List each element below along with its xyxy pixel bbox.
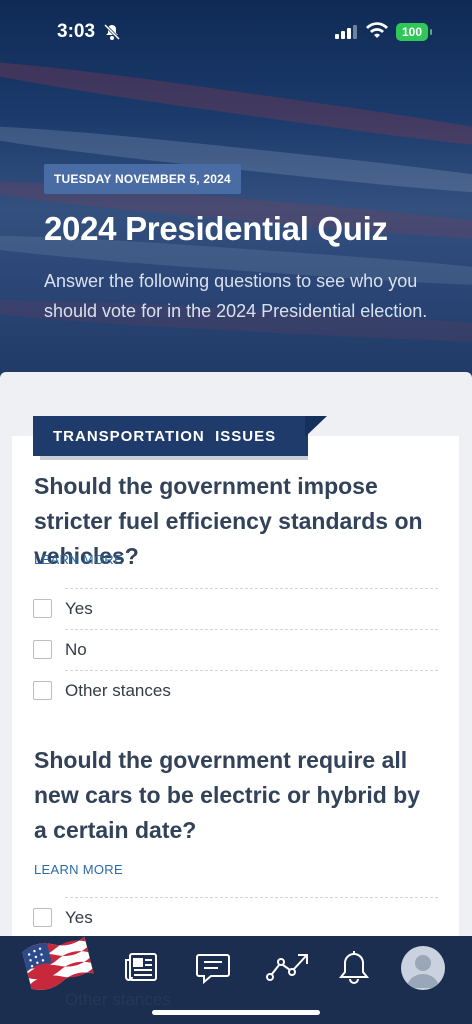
option-label: Other stances bbox=[65, 681, 171, 700]
answer-option-no[interactable]: No bbox=[33, 629, 438, 669]
divider bbox=[65, 588, 438, 589]
bell-icon[interactable] bbox=[337, 950, 371, 991]
checkbox[interactable] bbox=[33, 599, 52, 618]
silent-mode-icon bbox=[103, 23, 121, 46]
trend-chart-icon[interactable] bbox=[265, 950, 311, 989]
wifi-icon bbox=[366, 22, 388, 45]
cell-signal-icon bbox=[335, 25, 357, 44]
page-subtitle: Answer the following questions to see wh… bbox=[44, 271, 428, 321]
learn-more-link[interactable]: LEARN MORE bbox=[34, 862, 123, 877]
flag-icon[interactable] bbox=[18, 930, 96, 1001]
home-indicator bbox=[152, 1010, 320, 1015]
page-title: 2024 Presidential Quiz bbox=[44, 210, 388, 247]
battery-indicator: 100 bbox=[396, 23, 432, 41]
learn-more-link[interactable]: LEARN MORE bbox=[34, 552, 123, 567]
status-bar: 3:03 100 bbox=[0, 18, 472, 48]
checkbox[interactable] bbox=[33, 640, 52, 659]
section-banner-fold bbox=[305, 416, 327, 437]
divider bbox=[65, 670, 438, 671]
checkbox[interactable] bbox=[33, 908, 52, 927]
section-banner-shadow bbox=[40, 456, 308, 460]
answer-option-yes[interactable]: Yes bbox=[33, 588, 438, 628]
divider bbox=[65, 629, 438, 630]
option-label: Yes bbox=[65, 599, 93, 618]
profile-avatar[interactable] bbox=[401, 946, 445, 990]
option-label: No bbox=[65, 640, 87, 659]
status-time: 3:03 bbox=[57, 21, 96, 42]
date-badge: TUESDAY NOVEMBER 5, 2024 bbox=[44, 164, 241, 194]
section-banner: TRANSPORTATION ISSUES bbox=[33, 416, 308, 456]
divider bbox=[65, 897, 438, 898]
question-text: Should the government require all new ca… bbox=[34, 747, 421, 843]
newspaper-icon[interactable] bbox=[123, 950, 159, 989]
option-label: Yes bbox=[65, 908, 93, 927]
chat-icon[interactable] bbox=[194, 950, 232, 991]
answer-option-other[interactable]: Other stances bbox=[33, 670, 438, 710]
checkbox[interactable] bbox=[33, 681, 52, 700]
